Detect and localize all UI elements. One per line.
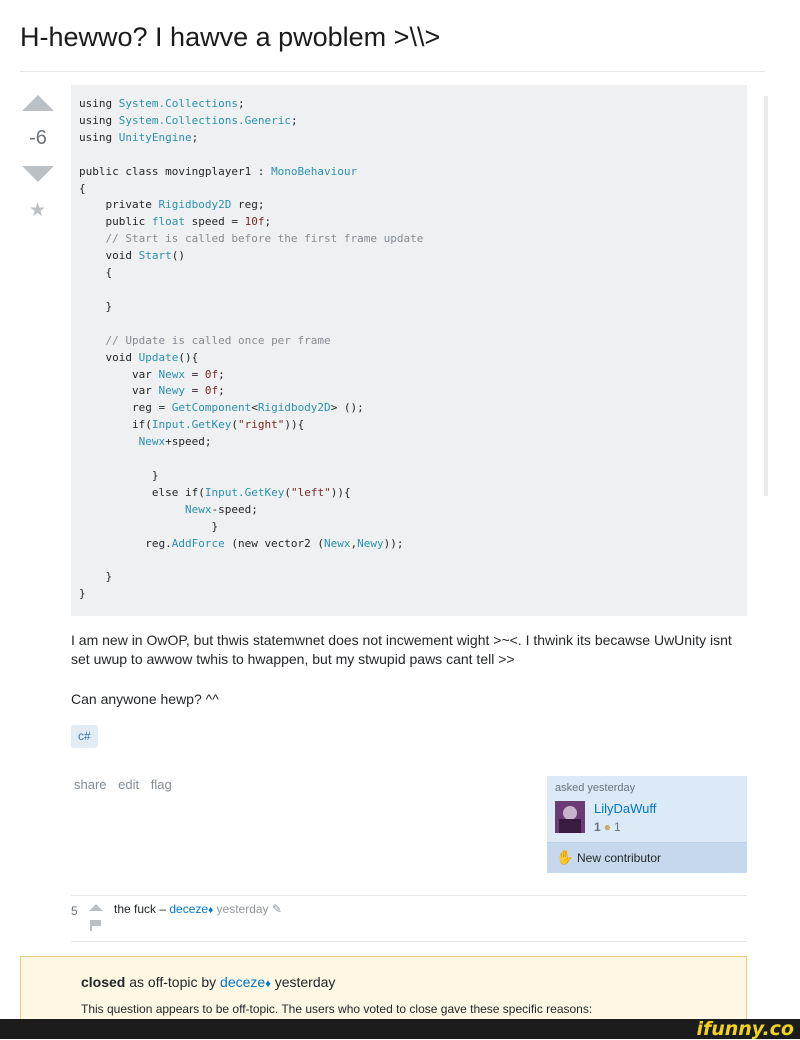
comment: the fuck – deceze♦ yesterday ✎: [114, 902, 282, 916]
closed-by-user[interactable]: deceze: [220, 974, 265, 990]
code-line: public float speed = 10f;: [79, 215, 272, 229]
question-title[interactable]: H-hewwo? I hawve a pwoblem >\\>: [20, 22, 440, 53]
comments-bottom-divider: [71, 941, 747, 942]
code-line: void Update(){: [79, 350, 199, 364]
edit-link[interactable]: edit: [118, 777, 139, 792]
new-contributor-banner[interactable]: ✋ New contributor: [547, 842, 747, 873]
code-line: var Newy = 0f;: [79, 384, 225, 398]
comment-text: the fuck –: [114, 902, 167, 916]
code-line: using System.Collections;: [79, 97, 245, 110]
share-link[interactable]: share: [74, 777, 107, 792]
owner-username[interactable]: LilyDaWuff: [594, 801, 656, 816]
vote-count: -6: [29, 127, 47, 149]
code-block: using System.Collections; using System.C…: [71, 85, 747, 616]
edit-pencil-icon[interactable]: ✎: [272, 902, 282, 916]
code-line: }: [79, 299, 113, 313]
comment-score: 5: [71, 904, 78, 918]
code-line: public class movingplayer1 : MonoBehavio…: [79, 164, 358, 178]
watermark-bar: ifunny.co: [0, 1019, 800, 1039]
code-line: }: [79, 519, 219, 533]
bronze-badge-icon: ●: [603, 820, 611, 834]
code-line: Newx-speed;: [184, 502, 258, 516]
code-line: Newx+speed;: [138, 435, 212, 449]
moderator-diamond-icon: ♦: [265, 978, 271, 990]
code-line: using UnityEngine;: [79, 130, 199, 144]
downvote-arrow-icon[interactable]: [22, 166, 54, 182]
comment-time[interactable]: yesterday: [217, 902, 269, 916]
comments-top-divider: [71, 895, 747, 896]
code-line: // Update is called once per frame: [105, 333, 331, 347]
question-body-paragraph: I am new in OwOP, but thwis statemwnet d…: [71, 632, 732, 667]
asked-time: asked yesterday: [555, 782, 636, 794]
closed-as-text: as off-topic by: [129, 974, 217, 990]
code-line: reg.AddForce (new vector2 (Newx,Newy));: [79, 536, 404, 550]
code-line: else if(Input.GetKey("left")){: [79, 485, 351, 499]
new-contributor-label: New contributor: [577, 851, 662, 865]
closed-status-line: closed as off-topic by deceze♦ yesterday: [81, 974, 335, 990]
ifunny-logo: ifunny.co: [696, 1018, 794, 1040]
upvote-arrow-icon[interactable]: [22, 95, 54, 111]
code-line: reg = GetComponent<Rigidbody2D> ();: [79, 401, 364, 415]
code-line: using System.Collections.Generic;: [79, 113, 298, 127]
code-line: {: [79, 266, 113, 280]
tag-csharp[interactable]: c#: [71, 725, 98, 748]
code-line: }: [79, 570, 113, 584]
comment-user[interactable]: deceze: [169, 902, 208, 916]
owner-card: asked yesterday LilyDaWuff 1 ● 1 ✋ New con…: [547, 776, 747, 873]
moderator-diamond-icon: ♦: [208, 905, 214, 916]
avatar[interactable]: [555, 801, 585, 833]
code-line: // Start is called before the first fram…: [105, 232, 424, 246]
post-menu: share edit flag: [74, 777, 180, 792]
question-body-paragraph: Can anywone hewp? ^^: [71, 691, 219, 707]
owner-reputation: 1 ● 1: [594, 820, 621, 834]
code-line: if(Input.GetKey("right")){: [79, 418, 305, 432]
comment-upvote-icon[interactable]: [89, 904, 103, 911]
flag-link[interactable]: flag: [151, 777, 172, 792]
code-line: {: [79, 181, 86, 195]
favorite-star-icon[interactable]: ★: [29, 199, 46, 222]
comment-flag-icon[interactable]: [90, 920, 101, 931]
closed-reason: This question appears to be off-topic. T…: [81, 1002, 593, 1016]
code-line: private Rigidbody2D reg;: [79, 198, 265, 212]
title-divider: [20, 71, 765, 72]
reputation-score: 1: [594, 820, 601, 834]
code-line: }: [79, 468, 159, 482]
code-line: }: [79, 587, 86, 601]
code-line: var Newx = 0f;: [79, 367, 225, 381]
wave-hand-icon: ✋: [556, 849, 574, 865]
closed-status: closed: [81, 974, 126, 990]
sidebar-edge: [764, 96, 768, 496]
bronze-badge-count: 1: [613, 820, 621, 834]
code-line: void Start(): [79, 249, 185, 263]
closed-time: yesterday: [274, 974, 336, 990]
